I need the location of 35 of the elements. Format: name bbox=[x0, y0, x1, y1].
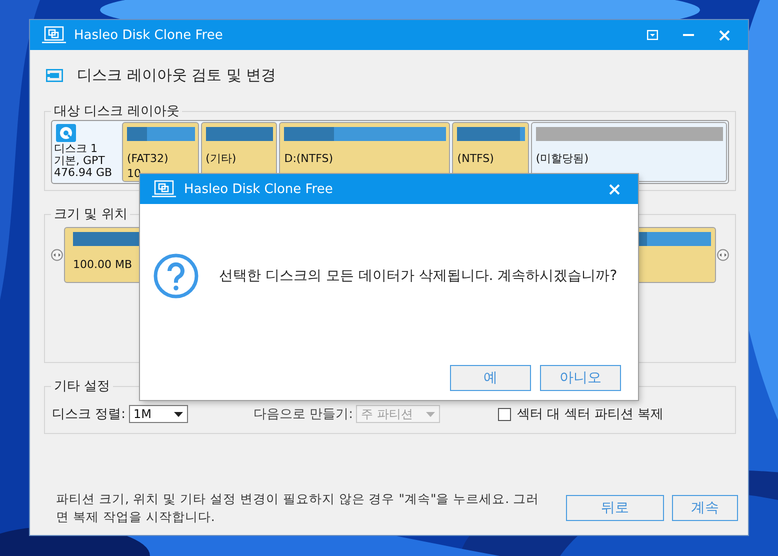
question-icon bbox=[153, 252, 199, 298]
partition-label: D:(NTFS) bbox=[284, 152, 334, 165]
close-icon bbox=[608, 184, 620, 194]
group-title: 크기 및 위치 bbox=[53, 206, 128, 223]
group-title: 대상 디스크 레이아웃 bbox=[53, 103, 180, 120]
unallocated-space[interactable]: (미할당됨) bbox=[530, 122, 727, 182]
disk-layout-icon bbox=[46, 68, 63, 82]
partition-label: (기타) bbox=[206, 152, 238, 165]
field-label: 다음으로 만들기: bbox=[254, 406, 354, 423]
caret-icon bbox=[174, 412, 183, 416]
disk-name: 디스크 1 bbox=[54, 143, 98, 155]
group-title: 기타 설정 bbox=[53, 378, 112, 395]
dialog-message: 선택한 디스크의 모든 데이터가 삭제됩니다. 계속하시겠습니까? bbox=[219, 266, 618, 284]
alignment-select[interactable]: 1M bbox=[128, 405, 188, 423]
resize-handle-icon[interactable] bbox=[717, 248, 729, 260]
caret-icon bbox=[426, 412, 436, 416]
checkbox[interactable] bbox=[498, 408, 512, 420]
partition-label: (FAT32) bbox=[127, 152, 170, 165]
field-label: 디스크 정렬: bbox=[52, 406, 126, 423]
checkbox-label: 섹터 대 섹터 파티션 복제 bbox=[517, 406, 664, 423]
disk-type: 기본, GPT bbox=[54, 155, 106, 167]
hint-text: 파티션 크기, 위치 및 기타 설정 변경이 필요하지 않은 경우 "계속"을 누르세요. 그러면 복제 작업을 시작합니다. bbox=[56, 490, 540, 526]
partition-label: (NTFS) bbox=[457, 152, 495, 165]
partition-size: 100.00 MB bbox=[73, 258, 134, 270]
dropdown-icon bbox=[646, 30, 658, 40]
partition-label: (미할당됨) bbox=[536, 152, 590, 165]
window-title: Hasleo Disk Clone Free bbox=[74, 28, 224, 42]
close-icon bbox=[718, 30, 730, 40]
minimize-icon bbox=[682, 34, 694, 36]
dialog-title: Hasleo Disk Clone Free bbox=[184, 182, 334, 196]
page-heading: 디스크 레이아웃 검토 및 변경 bbox=[77, 66, 276, 84]
resize-handle-icon[interactable] bbox=[51, 248, 63, 260]
window-icon bbox=[42, 26, 66, 44]
window-icon bbox=[152, 180, 176, 198]
disk-size: 476.94 GB bbox=[54, 167, 114, 179]
